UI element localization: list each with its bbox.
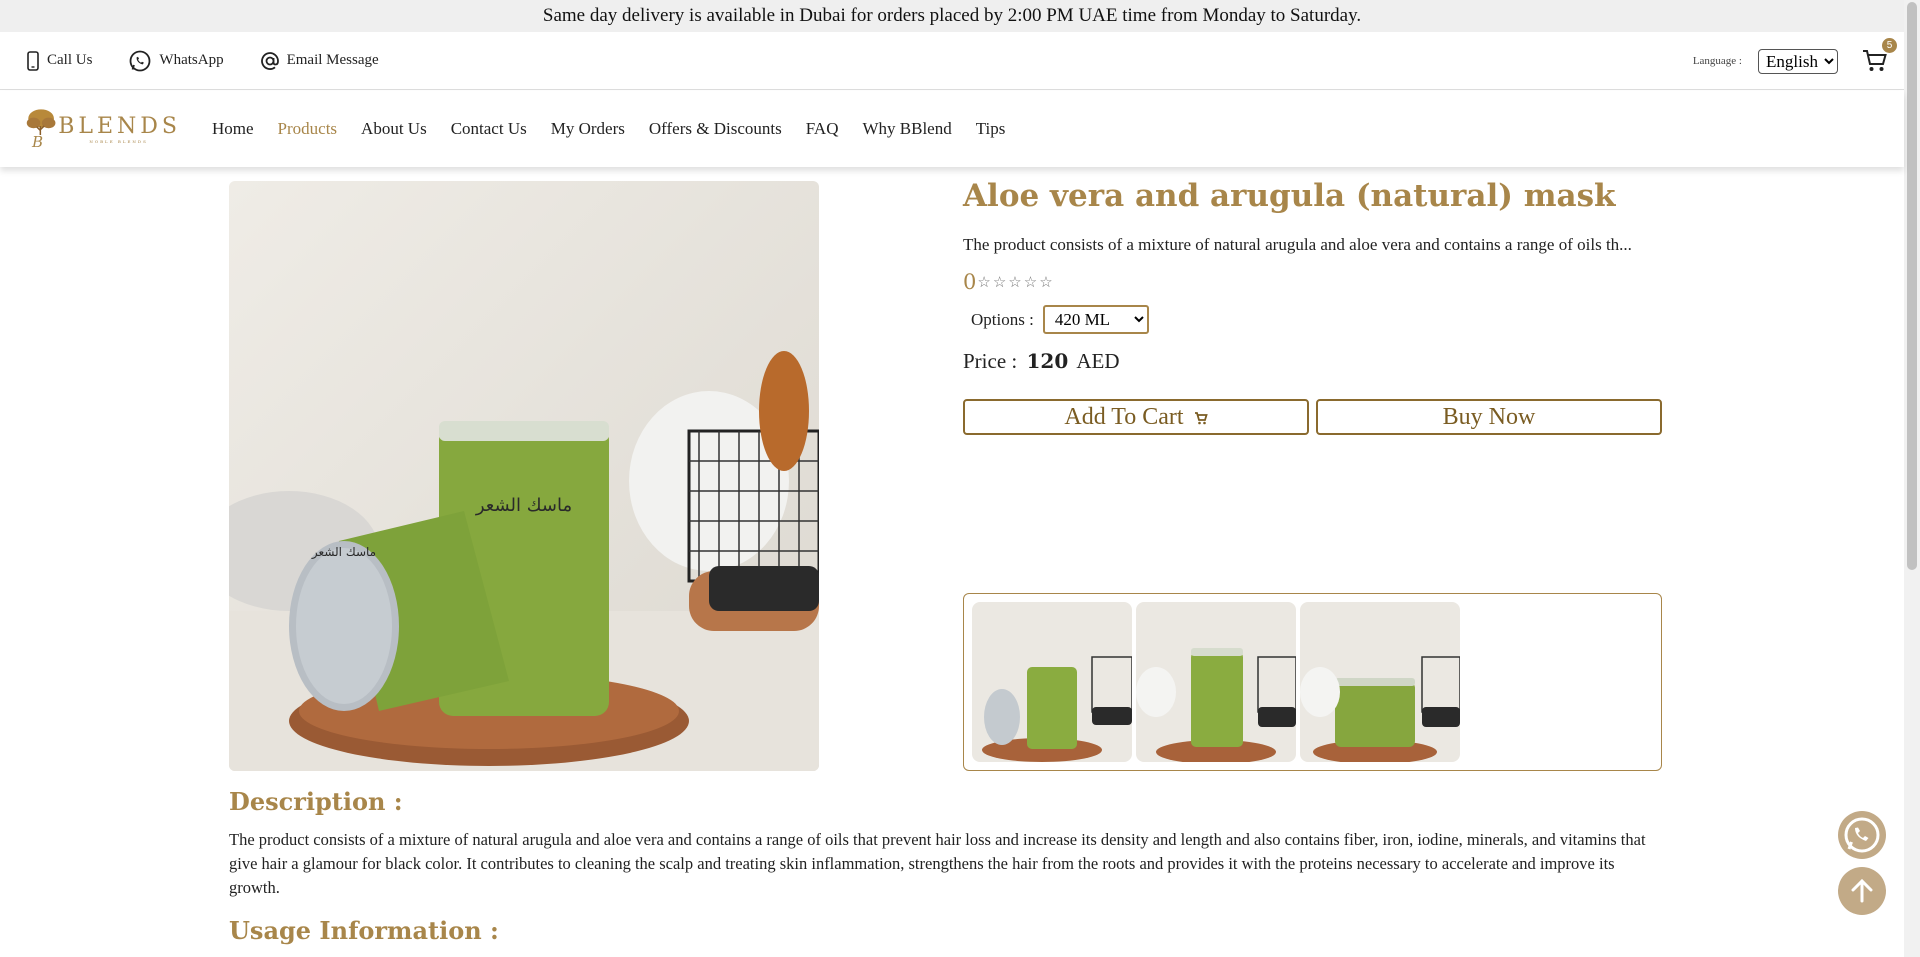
price-currency: AED — [1076, 349, 1120, 373]
add-to-cart-button[interactable]: Add To Cart — [963, 399, 1309, 435]
price-label: Price : — [963, 349, 1018, 373]
nav-why-bblend[interactable]: Why BBlend — [862, 119, 951, 139]
thumbnail-2[interactable] — [1136, 602, 1296, 762]
logo-name: BLENDS — [58, 114, 181, 139]
contact-bar: Call Us WhatsApp Email Message Language … — [0, 32, 1904, 90]
star-icon[interactable]: ☆ — [977, 273, 990, 291]
nav-tips[interactable]: Tips — [976, 119, 1006, 139]
call-us-link[interactable]: Call Us — [26, 50, 93, 71]
svg-text:ماسك الشعر: ماسك الشعر — [475, 495, 572, 516]
product-title: Aloe vera and arugula (natural) mask — [963, 178, 1616, 214]
thumbnail-gallery — [963, 593, 1662, 771]
scroll-top-button[interactable] — [1838, 867, 1886, 915]
buy-now-button[interactable]: Buy Now — [1316, 399, 1662, 435]
cart-count-badge: 5 — [1882, 38, 1897, 53]
nav-about-us[interactable]: About Us — [361, 119, 427, 139]
at-sign-icon — [260, 51, 279, 70]
main-nav: B BLENDS NOBLE BLENDS Home Products Abou… — [0, 91, 1904, 167]
star-icon[interactable]: ☆ — [993, 273, 1006, 291]
whatsapp-float-icon — [1844, 817, 1880, 853]
price-value: 120 — [1026, 349, 1069, 373]
language-label: Language : — [1692, 55, 1742, 67]
call-us-label: Call Us — [47, 52, 93, 68]
svg-text:ماسك الشعر: ماسك الشعر — [311, 545, 376, 560]
email-link[interactable]: Email Message — [260, 51, 379, 71]
add-to-cart-label: Add To Cart — [1064, 404, 1184, 430]
email-label: Email Message — [286, 52, 379, 68]
thumbnail-3[interactable] — [1300, 602, 1460, 762]
cart-icon — [1863, 50, 1887, 71]
phone-icon — [27, 50, 39, 71]
nav-home[interactable]: Home — [212, 119, 254, 139]
topbar-right: Language : English 5 — [1692, 32, 1897, 90]
nav-faq[interactable]: FAQ — [806, 119, 839, 139]
product-options: Options : 420 ML — [971, 305, 1149, 334]
description-heading: Description : — [229, 787, 403, 816]
whatsapp-link[interactable]: WhatsApp — [128, 49, 224, 73]
thumbnail-1[interactable] — [972, 602, 1132, 762]
nav-offers[interactable]: Offers & Discounts — [649, 119, 782, 139]
tree-logo-icon: B — [26, 109, 56, 151]
whatsapp-label: WhatsApp — [159, 52, 224, 68]
nav-products[interactable]: Products — [278, 119, 338, 139]
product-price: Price : 120 AED — [963, 349, 1120, 374]
whatsapp-float-button[interactable] — [1838, 811, 1886, 859]
star-icon[interactable]: ☆ — [1008, 273, 1021, 291]
page-scrollbar[interactable] — [1904, 0, 1920, 957]
usage-heading: Usage Information : — [229, 916, 499, 945]
rating-value: 0 — [963, 270, 977, 294]
product-main-image[interactable]: ماسك الشعر ماسك الشعر — [229, 181, 819, 771]
whatsapp-icon — [130, 50, 151, 71]
nav-contact-us[interactable]: Contact Us — [451, 119, 527, 139]
description-body: The product consists of a mixture of nat… — [229, 830, 1646, 897]
star-icon[interactable]: ☆ — [1024, 273, 1037, 291]
logo[interactable]: B BLENDS NOBLE BLENDS — [26, 99, 181, 159]
scrollbar-thumb[interactable] — [1907, 2, 1917, 570]
logo-tagline: NOBLE BLENDS — [89, 139, 148, 144]
nav-my-orders[interactable]: My Orders — [551, 119, 625, 139]
cart-small-icon — [1194, 412, 1208, 425]
language-select[interactable]: English — [1758, 48, 1838, 74]
options-label: Options : — [971, 309, 1034, 329]
arrow-up-icon — [1851, 878, 1873, 903]
product-short-description: The product consists of a mixture of nat… — [963, 235, 1632, 254]
star-icon[interactable]: ☆ — [1039, 273, 1052, 291]
product-rating: 0 ☆ ☆ ☆ ☆ ☆ — [963, 270, 1055, 294]
logo-wordmark: BLENDS NOBLE BLENDS — [56, 114, 181, 144]
svg-text:B: B — [31, 133, 43, 151]
announcement-bar: Same day delivery is available in Dubai … — [0, 0, 1904, 32]
cart-button[interactable]: 5 — [1862, 38, 1897, 74]
size-select[interactable]: 420 ML — [1042, 305, 1149, 334]
